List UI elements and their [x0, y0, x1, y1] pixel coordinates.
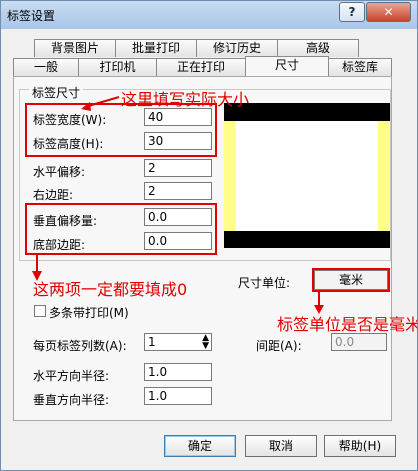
columns-per-page-label: 每页标签列数(A): [33, 339, 127, 353]
spinner-icon[interactable]: ▲ ▼ [202, 334, 209, 351]
spacing-input[interactable]: 0.0 [331, 333, 387, 351]
label-settings-window: 标签设置 ? ✕ 背景图片 批量打印 修订历史 高级 一般 打印机 正在打印 尺… [0, 0, 418, 471]
columns-per-page-input[interactable]: 1 ▲ ▼ [144, 333, 212, 351]
spacing-label: 间距(A): [256, 339, 302, 353]
vertical-radius-label: 垂直方向半径: [33, 393, 110, 407]
annotation-arrowhead-1 [81, 102, 91, 111]
horizontal-radius-label: 水平方向半径: [33, 369, 110, 383]
annotation-note-unit-mm: 标签单位是否是毫米 [277, 315, 418, 334]
unit-label: 尺寸单位: [238, 276, 291, 290]
multi-strip-print-label: 多条带打印(M) [49, 306, 129, 320]
horizontal-radius-input[interactable]: 1.0 [144, 363, 212, 381]
multi-strip-print-checkbox[interactable] [34, 305, 46, 317]
columns-per-page-value: 1 [148, 335, 156, 349]
help-dialog-button[interactable]: 帮助(H) [324, 435, 396, 457]
vertical-radius-input[interactable]: 1.0 [144, 387, 212, 405]
cancel-button[interactable]: 取消 [245, 435, 317, 457]
annotation-note-fill-zero: 这两项一定都要填成0 [33, 280, 188, 299]
highlight-unit-button [312, 268, 390, 292]
annotation-note-actual-size: 这里填写实际大小 [121, 90, 250, 109]
ok-button[interactable]: 确定 [164, 435, 236, 457]
